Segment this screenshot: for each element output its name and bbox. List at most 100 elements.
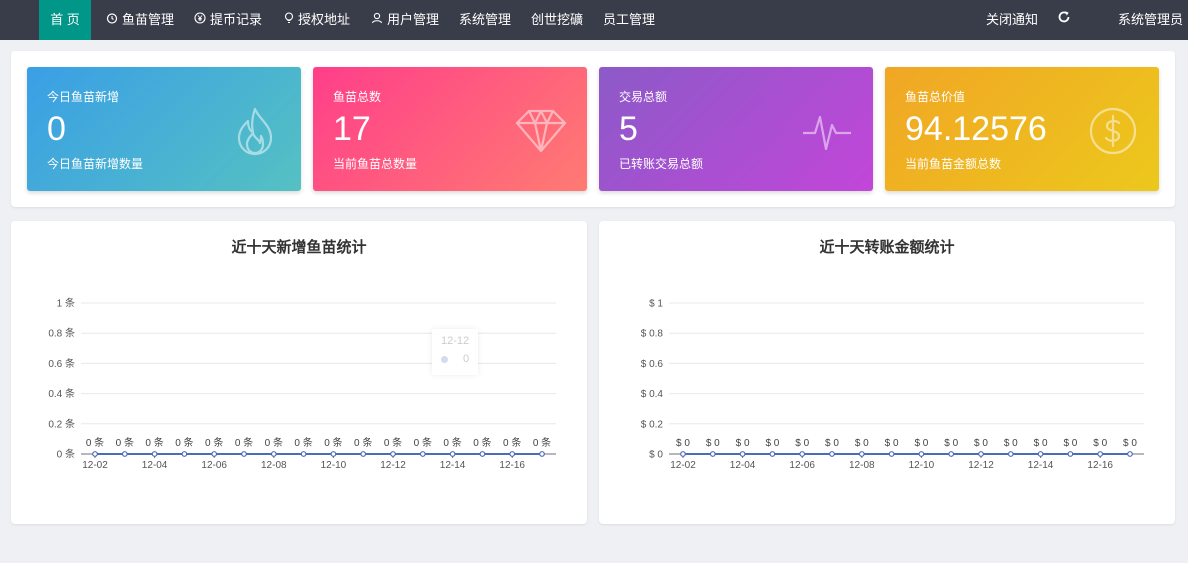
data-point <box>1127 451 1133 457</box>
y-tick-label: $ 1 <box>649 299 663 310</box>
new-fish-line-chart: 0 条 0.2 条 0.4 条 0.6 条 0.8 条 1 条 12-02 12-04 12-0… <box>48 297 556 471</box>
data-point <box>888 451 895 457</box>
data-label: $ 0 <box>795 438 809 449</box>
data-point <box>1007 451 1014 457</box>
nav-item-auth-address[interactable]: 授权地址 <box>284 0 350 40</box>
x-tick-label: 12-04 <box>730 460 756 471</box>
y-tick-label: 0.4 条 <box>48 387 75 400</box>
data-point <box>799 451 806 457</box>
timer-icon <box>106 0 118 40</box>
x-tick-label: 12-06 <box>789 460 815 471</box>
data-point <box>829 451 835 457</box>
stat-label: 交易总额 <box>619 90 668 104</box>
admin-menu[interactable]: 系统管理员 <box>1118 0 1188 40</box>
nav-item-user-management[interactable]: 用户管理 <box>371 0 439 40</box>
nav-item-label: 鱼苗管理 <box>122 12 175 27</box>
data-point <box>539 451 545 457</box>
y-tick-label: $ 0.6 <box>641 359 664 370</box>
stat-subtext: 当前鱼苗总数量 <box>333 157 418 171</box>
data-label: $ 0 <box>914 438 928 449</box>
x-tick-label: 12-12 <box>380 460 406 471</box>
data-point <box>211 451 218 457</box>
tooltip-marker <box>441 356 448 363</box>
nav-item-withdraw-records[interactable]: 提币记录 <box>194 0 262 40</box>
data-label: $ 0 <box>1034 438 1048 449</box>
stat-card-fish-total: 鱼苗总数 17 当前鱼苗总数量 <box>313 67 587 191</box>
data-point <box>360 451 367 457</box>
data-label: $ 0 <box>855 438 869 449</box>
data-point <box>769 451 776 457</box>
nav-item-genesis-mining[interactable]: 创世挖礦 <box>531 0 583 40</box>
nav-item-fish-management[interactable]: 鱼苗管理 <box>106 0 174 40</box>
data-label: 0 条 <box>175 436 193 449</box>
close-notice-button[interactable]: 关闭通知 <box>986 0 1038 40</box>
y-tick-label: 0.8 条 <box>48 327 75 340</box>
data-point <box>978 451 984 457</box>
x-tick-label: 12-06 <box>201 460 227 471</box>
data-point <box>300 451 307 457</box>
stat-value: 17 <box>333 110 371 148</box>
stat-value: 94.12576 <box>905 110 1047 148</box>
refresh-button[interactable] <box>1057 0 1071 40</box>
data-label: 0 条 <box>205 436 223 449</box>
data-point <box>419 451 426 457</box>
data-label: 0 条 <box>384 436 402 449</box>
nav-item-label: 提币记录 <box>210 12 263 27</box>
data-label: 0 条 <box>294 436 312 449</box>
data-label: 0 条 <box>473 436 491 449</box>
y-tick-label: 0.6 条 <box>48 357 75 370</box>
data-point <box>151 451 158 457</box>
x-tick-label: 12-16 <box>1087 460 1113 471</box>
yen-icon <box>194 0 206 40</box>
x-tick-label: 12-04 <box>142 460 168 471</box>
data-point <box>1037 451 1044 457</box>
chart-tooltip: 12-12 0 <box>432 329 478 375</box>
bulb-icon <box>284 0 294 40</box>
data-label: $ 0 <box>1123 438 1137 449</box>
data-point <box>330 451 337 457</box>
data-point <box>739 451 746 457</box>
data-label: $ 0 <box>1093 438 1107 449</box>
data-label: 0 条 <box>354 436 372 449</box>
data-label: $ 0 <box>1004 438 1018 449</box>
tooltip-value: 0 <box>463 353 470 365</box>
y-tick-label: 1 条 <box>57 297 75 310</box>
stat-card-trade-total: 交易总额 5 已转账交易总额 <box>599 67 873 191</box>
x-tick-label: 12-08 <box>849 460 875 471</box>
nav-home[interactable]: 首 页 <box>39 0 91 40</box>
data-label: 0 条 <box>324 436 342 449</box>
stat-value: 0 <box>47 110 66 148</box>
nav-item-label: 授权地址 <box>298 12 351 27</box>
data-point <box>709 451 716 457</box>
stat-card-fish-value: 鱼苗总价值 94.12576 当前鱼苗金额总数 <box>885 67 1159 191</box>
nav-item-label: 系统管理 <box>459 12 512 27</box>
data-point <box>1067 451 1074 457</box>
x-tick-label: 12-02 <box>82 460 108 471</box>
y-tick-label: $ 0 <box>649 450 663 461</box>
diamond-icon <box>515 105 567 157</box>
dollar-icon <box>1087 105 1139 157</box>
x-tick-label: 12-16 <box>499 460 525 471</box>
admin-name: 系统管理员 <box>1118 12 1184 27</box>
stat-label: 鱼苗总数 <box>333 90 382 104</box>
y-tick-label: 0.2 条 <box>48 417 75 430</box>
x-tick-label: 12-08 <box>261 460 287 471</box>
nav-item-system-management[interactable]: 系统管理 <box>459 0 511 40</box>
data-label: $ 0 <box>676 438 690 449</box>
data-label: $ 0 <box>974 438 988 449</box>
data-point <box>948 451 955 457</box>
y-tick-label: 0 条 <box>57 448 75 461</box>
data-label: $ 0 <box>885 438 899 449</box>
nav-item-staff-management[interactable]: 员工管理 <box>603 0 655 40</box>
y-tick-label: $ 0.4 <box>641 389 664 400</box>
data-point <box>241 451 247 457</box>
data-point <box>92 451 98 457</box>
x-tick-label: 12-10 <box>909 460 935 471</box>
stat-value: 5 <box>619 110 638 148</box>
refresh-icon <box>1057 0 1071 40</box>
data-point <box>479 451 486 457</box>
data-label: $ 0 <box>944 438 958 449</box>
x-tick-label: 12-14 <box>440 460 466 471</box>
data-point <box>1097 451 1104 457</box>
data-point <box>918 451 925 457</box>
